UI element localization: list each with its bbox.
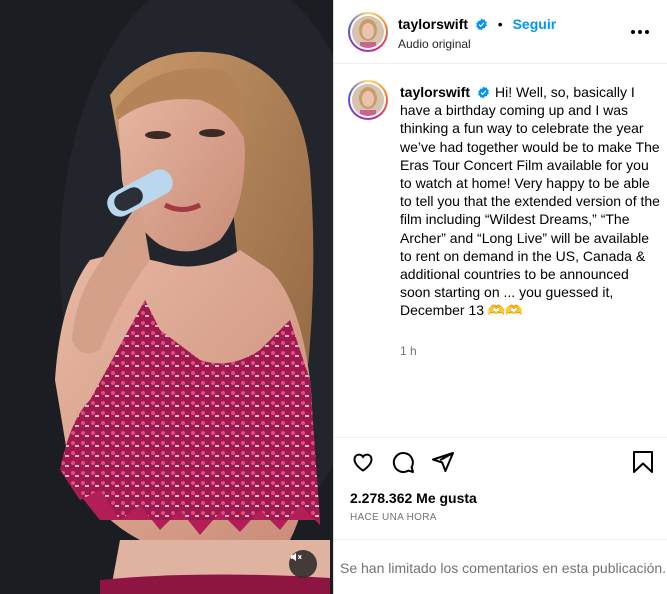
share-icon — [432, 452, 454, 472]
caption-section: taylorswift Hi! Well, so, basically I ha… — [334, 64, 667, 438]
post-timestamp[interactable]: HACE UNA HORA — [350, 512, 437, 523]
caption-username[interactable]: taylorswift — [400, 84, 470, 100]
comments-area: Se han limitado los comentarios en esta … — [334, 539, 667, 594]
mute-button[interactable] — [289, 550, 317, 578]
post-caption: taylorswift Hi! Well, so, basically I ha… — [400, 83, 662, 320]
caption-text: Hi! Well, so, basically I have a birthda… — [400, 84, 660, 319]
comment-icon — [392, 452, 414, 473]
heart-icon — [353, 453, 373, 472]
concert-photo — [0, 0, 333, 594]
avatar-image — [352, 84, 384, 116]
more-options-icon — [631, 30, 635, 34]
post-media[interactable] — [0, 0, 333, 594]
verified-badge-icon — [478, 86, 489, 99]
caption-timestamp[interactable]: 1 h — [400, 344, 417, 358]
save-button[interactable] — [630, 449, 656, 475]
author-username[interactable]: taylorswift — [398, 16, 468, 32]
caption-author-avatar[interactable] — [348, 80, 388, 120]
comment-button[interactable] — [390, 449, 416, 475]
author-avatar[interactable] — [348, 12, 388, 52]
follow-button[interactable]: Seguir — [513, 16, 557, 32]
muted-speaker-icon — [290, 552, 302, 562]
bookmark-icon — [633, 451, 653, 473]
separator-dot: • — [497, 16, 503, 32]
post-details-panel: taylorswift • Seguir Audio original tayl… — [333, 0, 667, 594]
like-count[interactable]: 2.278.362 Me gusta — [350, 490, 477, 506]
more-options-button[interactable] — [630, 22, 650, 42]
share-button[interactable] — [430, 449, 456, 475]
like-button[interactable] — [350, 449, 376, 475]
verified-badge-icon — [476, 18, 487, 31]
post-header: taylorswift • Seguir Audio original — [334, 0, 667, 64]
comments-limited-notice: Se han limitado los comentarios en esta … — [340, 560, 667, 576]
action-bar — [334, 438, 667, 484]
avatar-image — [352, 16, 384, 48]
audio-label[interactable]: Audio original — [398, 37, 471, 51]
